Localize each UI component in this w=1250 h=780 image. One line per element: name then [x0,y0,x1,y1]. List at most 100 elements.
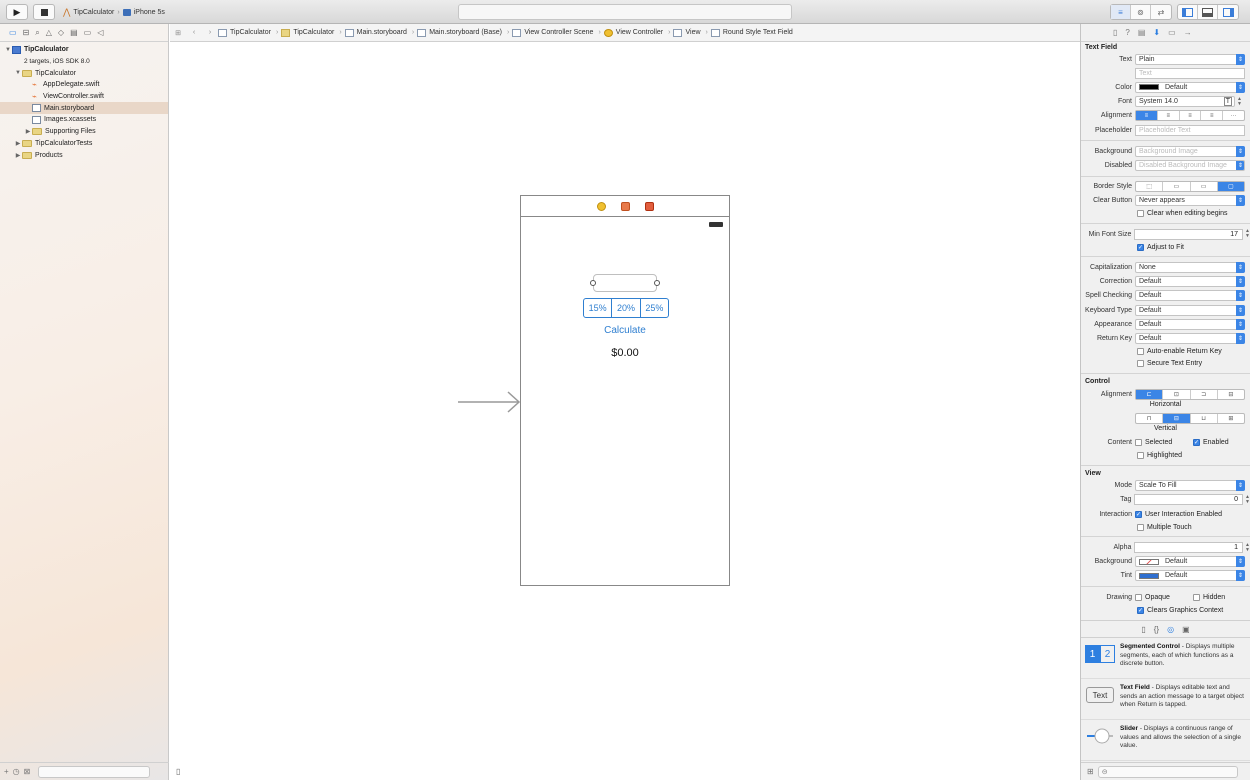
library-item-slider[interactable]: Slider - Displays a continuous range of … [1081,720,1250,762]
attributes-inspector-icon[interactable]: ⬇ [1153,28,1160,37]
breadcrumb-item[interactable]: View Controller Scene [512,28,593,37]
document-outline-icon[interactable]: ▯ [176,767,180,776]
library-item-segmented-control[interactable]: 1 2 Segmented Control - Displays multipl… [1081,638,1250,680]
tree-item[interactable]: ▶ Supporting Files [0,126,168,138]
calculate-button[interactable]: Calculate [521,325,729,336]
log-nav-icon[interactable]: ◁ [97,28,103,37]
h-align-right-icon[interactable]: ⊐ [1191,389,1218,399]
min-font-stepper[interactable]: ▲ ▼ [1245,229,1250,239]
disclosure-icon[interactable]: ▶ [14,140,22,147]
multiple-touch-checkbox[interactable]: Multiple Touch [1081,521,1250,533]
run-button[interactable]: ▶ [6,4,28,20]
symbol-nav-icon[interactable]: ⊟ [23,28,30,37]
add-icon[interactable]: + [4,767,9,776]
alpha-input[interactable]: 1 [1134,542,1244,554]
media-library-icon[interactable]: ▣ [1182,625,1190,634]
view-controller-scene[interactable]: 15% 20% 25% Calculate $0.00 [520,195,730,586]
view-background-popup[interactable]: Default ⇕ [1135,556,1245,568]
tree-item[interactable]: Main.storyboard [0,102,168,115]
breadcrumb-item[interactable]: TipCalculator [218,28,271,37]
clear-when-editing-checkbox[interactable]: Clear when editing begins [1081,208,1250,220]
version-editor-button[interactable]: ⇄ [1151,5,1171,19]
border-rounded-icon[interactable]: ▢ [1217,182,1244,192]
recent-files-icon[interactable]: ◷ [13,767,20,776]
breadcrumb-item[interactable]: Main.storyboard [344,28,407,37]
toggle-utilities-button[interactable] [1218,5,1238,19]
h-align-fill-icon[interactable]: ⊟ [1218,390,1244,399]
identity-inspector-icon[interactable]: ▤ [1138,28,1146,37]
bill-text-field[interactable] [590,274,660,292]
return-key-popup[interactable]: Default ⇕ [1135,332,1245,344]
breadcrumb-item[interactable]: View Controller [603,28,663,37]
adjust-to-fit-checkbox[interactable]: ✓ Adjust to Fit [1081,241,1250,253]
source-control-filter-icon[interactable]: ⊠ [24,767,31,776]
hidden-checkbox[interactable]: Hidden [1193,593,1225,601]
assistant-editor-button[interactable]: ⊚ [1131,5,1151,19]
font-picker-icon[interactable]: T [1223,97,1232,107]
folder-nav-icon[interactable]: ▭ [9,28,17,37]
view-controller-icon[interactable] [596,201,606,211]
align-right-icon[interactable]: ≡ [1180,111,1202,121]
library-filter-input[interactable]: ⊝ [1097,765,1238,778]
border-none-icon[interactable]: ⬚ [1136,182,1164,192]
connections-inspector-icon[interactable]: → [1184,28,1192,37]
disclosure-icon[interactable]: ▼ [4,47,12,53]
scheme-selector[interactable]: ⋀ TipCalculator › iPhone 5s [63,4,187,20]
search-nav-icon[interactable]: ⌕ [35,28,39,38]
font-stepper[interactable]: ▲ ▼ [1237,96,1242,107]
breadcrumb-item[interactable]: View [673,28,701,37]
tag-input[interactable]: 0 [1134,494,1244,506]
stop-button[interactable] [33,4,55,20]
background-image-popup[interactable]: Background Image ⇕ [1135,145,1245,157]
exit-icon[interactable] [644,201,654,211]
tree-item[interactable]: Images.xcassets [0,114,168,126]
test-nav-icon[interactable]: ◇ [58,28,64,37]
tip-segment[interactable]: 15% [584,299,613,317]
disclosure-icon[interactable]: ▶ [14,152,22,159]
font-field[interactable]: System 14.0 T [1135,96,1235,108]
keyboard-type-popup[interactable]: Default ⇕ [1135,304,1245,316]
resize-handle-right[interactable] [654,280,660,286]
v-align-bottom-icon[interactable]: ⊔ [1191,413,1218,423]
text-content-input[interactable]: Text [1135,67,1245,79]
tree-item[interactable]: ▶ TipCalculatorTests [0,138,168,150]
clear-button-popup[interactable]: Never appears ⇕ [1135,195,1245,207]
content-mode-popup[interactable]: Scale To Fill ⇕ [1135,480,1245,492]
quick-help-icon[interactable]: ? [1125,28,1129,37]
breadcrumb-item[interactable]: Main.storyboard (Base) [417,28,502,37]
align-left-icon[interactable]: ≡ [1136,111,1158,121]
related-items-icon[interactable]: ⊞ [170,29,186,37]
h-align-left-icon[interactable]: ⊏ [1136,389,1164,399]
disclosure-icon[interactable]: ▶ [24,128,32,135]
forward-icon[interactable]: › [202,29,218,36]
secure-text-entry-checkbox[interactable]: Secure Text Entry [1081,358,1250,370]
tip-segment[interactable]: 25% [641,299,668,317]
text-type-popup[interactable]: Plain ⇕ [1135,53,1245,65]
code-snippet-icon[interactable]: {} [1154,625,1159,634]
spell-checking-popup[interactable]: Default ⇕ [1135,290,1245,302]
toggle-debug-button[interactable] [1198,5,1218,19]
tip-segmented-control[interactable]: 15% 20% 25% [583,298,669,318]
tree-item[interactable]: ⌁ ViewController.swift [0,91,168,103]
highlighted-checkbox[interactable]: Highlighted [1081,450,1250,462]
tint-popup[interactable]: Default ⇕ [1135,570,1245,582]
disabled-image-popup[interactable]: Disabled Background Image ⇕ [1135,159,1245,171]
tree-item[interactable]: ▼ TipCalculator [0,67,168,79]
color-popup[interactable]: Default ⇕ [1135,81,1245,93]
object-library-icon[interactable]: ◎ [1167,625,1174,634]
grid-view-icon[interactable]: ⊞ [1087,767,1094,776]
breakpoint-nav-icon[interactable]: ▭ [84,28,92,37]
issue-nav-icon[interactable]: △ [46,28,52,37]
v-align-top-icon[interactable]: ⊓ [1136,413,1164,423]
alpha-stepper[interactable]: ▲ ▼ [1245,542,1250,553]
placeholder-input[interactable]: Placeholder Text [1135,124,1245,136]
size-inspector-icon[interactable]: ▭ [1168,28,1176,37]
correction-popup[interactable]: Default ⇕ [1135,276,1245,288]
opaque-checkbox[interactable]: Opaque [1135,593,1193,601]
toggle-navigator-button[interactable] [1178,5,1198,19]
tip-segment[interactable]: 20% [612,299,641,317]
tree-item[interactable]: ▼ TipCalculator [0,44,168,56]
align-center-icon[interactable]: ≡ [1158,111,1180,121]
tree-item[interactable]: ⌁ AppDelegate.swift [0,79,168,91]
back-icon[interactable]: ‹ [186,29,202,36]
